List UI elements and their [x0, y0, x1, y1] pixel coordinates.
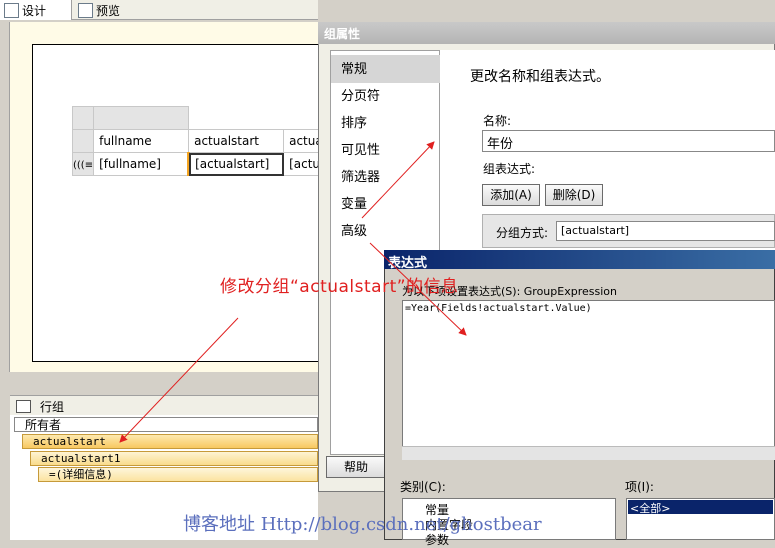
group-label: actualstart [33, 435, 106, 448]
nav-visibility[interactable]: 可见性 [341, 139, 380, 158]
expression-hscrollbar[interactable] [402, 446, 775, 460]
tab-preview[interactable]: 预览 [74, 0, 144, 20]
group-label: =(详细信息) [49, 468, 113, 481]
row-group-details[interactable]: =(详细信息) [38, 467, 318, 482]
nav-filters[interactable]: 筛选器 [341, 166, 380, 185]
header-cell-actualstart[interactable]: actualstart [188, 129, 285, 153]
group-label: 所有者 [25, 418, 62, 432]
detail-cell-fullname[interactable]: [fullname] [93, 152, 190, 176]
category-label: 类别(C): [400, 480, 446, 494]
expression-dialog-title: 表达式 [384, 250, 775, 271]
row-group-actualstart1[interactable]: actualstart1 [30, 451, 318, 466]
delete-button[interactable]: 删除(D) [545, 184, 603, 206]
group-by-label: 分组方式: [496, 226, 549, 240]
item-all[interactable]: <全部> [628, 500, 773, 515]
nav-variables[interactable]: 变量 [341, 193, 367, 212]
column-handle[interactable] [93, 106, 190, 130]
report-table[interactable]: fullname actualstart actua (((≡ [fullnam… [71, 106, 334, 176]
item-label: 项(I): [625, 480, 654, 494]
name-input[interactable]: 年份 [482, 130, 775, 152]
name-label: 名称: [483, 114, 512, 128]
tab-design-label: 设计 [22, 4, 47, 18]
group-by-input[interactable]: [actualstart] [556, 221, 775, 241]
row-groups-icon [16, 400, 31, 413]
tab-design[interactable]: 设计 [0, 0, 72, 20]
detail-cell-actualstart[interactable]: [actualstart] [187, 152, 285, 176]
group-expressions-label: 组表达式: [483, 162, 536, 176]
nav-advanced[interactable]: 高级 [341, 220, 367, 239]
tab-preview-label: 预览 [96, 4, 121, 18]
blog-watermark: 博客地址 Http://blog.csdn.net/ghostbear [183, 514, 542, 535]
annotation-text: 修改分组“actualstart”的信息 [220, 277, 459, 297]
row-groups-header: 行组 [10, 395, 318, 415]
table-corner-handle[interactable] [71, 106, 95, 130]
expression-editor[interactable]: =Year(Fields!actualstart.Value) [402, 300, 775, 460]
header-cell-fullname[interactable]: fullname [93, 129, 190, 153]
general-heading: 更改名称和组表达式。 [470, 69, 610, 85]
add-button[interactable]: 添加(A) [482, 184, 540, 206]
report-body[interactable] [32, 44, 318, 362]
row-group-actualstart[interactable]: actualstart [22, 434, 318, 449]
detail-row-handle[interactable]: (((≡ [71, 152, 95, 176]
vertical-ruler [0, 22, 10, 372]
design-icon [4, 3, 19, 18]
help-button[interactable]: 帮助 [326, 456, 386, 478]
nav-page-breaks[interactable]: 分页符 [341, 85, 380, 104]
row-groups-title: 行组 [40, 400, 65, 414]
nav-sorting[interactable]: 排序 [341, 112, 367, 131]
group-properties-title: 组属性 [318, 22, 775, 44]
column-handle[interactable] [189, 107, 284, 130]
header-row-handle[interactable] [71, 129, 95, 153]
row-group-owner[interactable]: 所有者 [14, 417, 318, 432]
group-label: actualstart1 [41, 452, 121, 465]
detail-row-icon: (((≡ [73, 160, 94, 171]
preview-icon [78, 3, 93, 18]
